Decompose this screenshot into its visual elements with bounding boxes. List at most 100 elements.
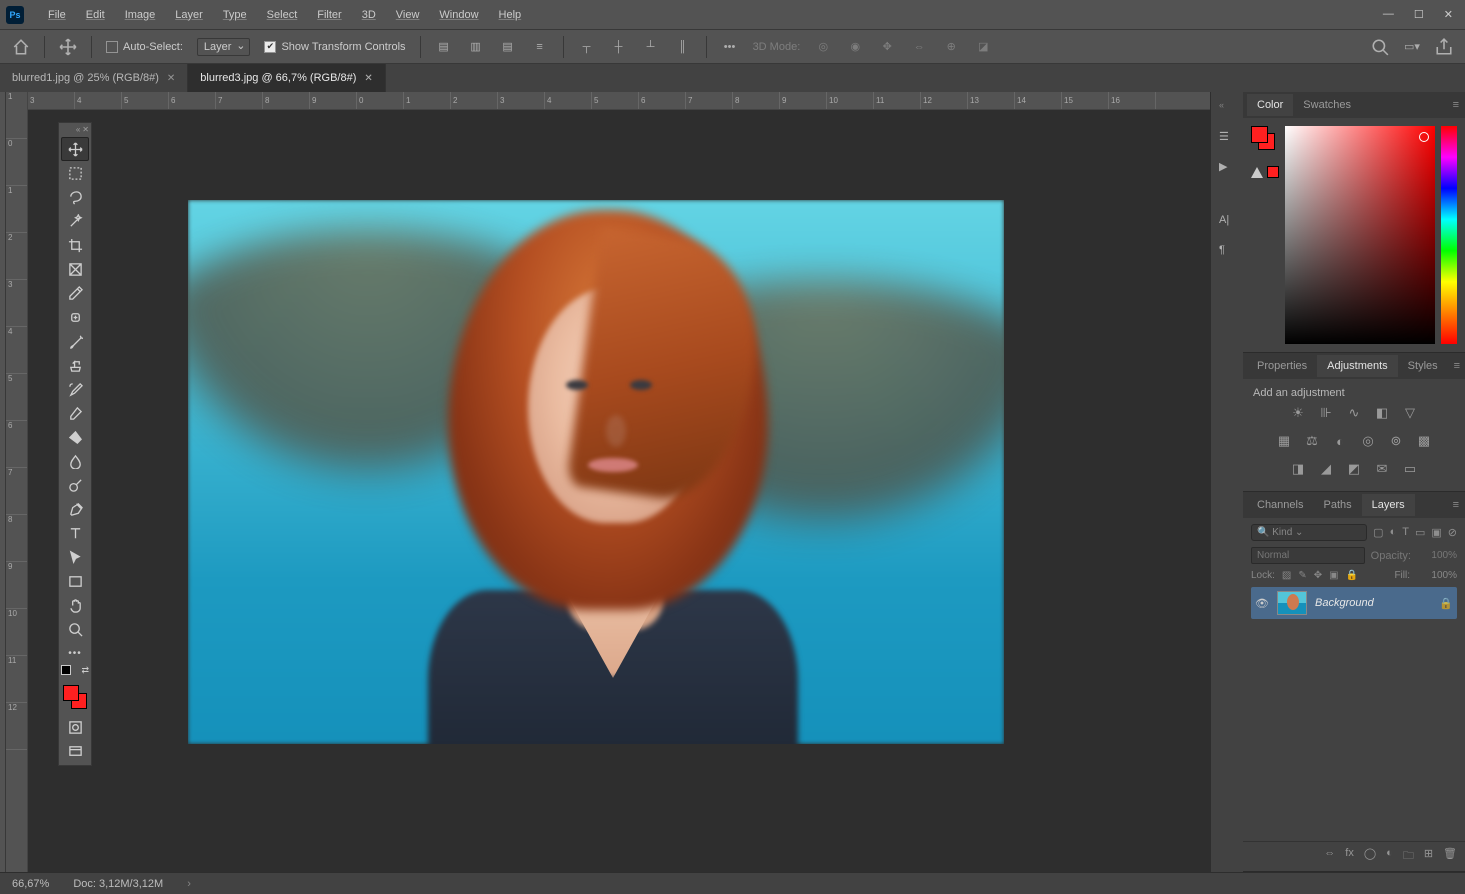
channel-mixer-icon[interactable]: ⊚ <box>1388 433 1404 449</box>
lock-image-icon[interactable]: ✎ <box>1298 570 1306 581</box>
tab-channels[interactable]: Channels <box>1247 494 1313 516</box>
align-right-icon[interactable]: ▤ <box>499 38 517 56</box>
lock-transparency-icon[interactable]: ▨ <box>1282 570 1291 581</box>
filter-shape-icon[interactable]: ▭ <box>1415 526 1425 539</box>
home-icon[interactable] <box>12 38 30 56</box>
vibrance-icon[interactable]: ▽ <box>1402 405 1418 421</box>
panel-menu-icon[interactable]: ≡ <box>1447 499 1465 511</box>
hand-tool[interactable] <box>61 593 89 617</box>
invert-icon[interactable]: ◨ <box>1290 461 1306 477</box>
new-layer-icon[interactable]: ⊞ <box>1424 847 1433 866</box>
menu-3d[interactable]: 3D <box>352 3 386 27</box>
filter-smart-icon[interactable]: ▣ <box>1431 526 1441 539</box>
tab-adjustments[interactable]: Adjustments <box>1317 355 1398 377</box>
selective-color-icon[interactable]: ✉ <box>1374 461 1390 477</box>
color-fg-bg-swatch[interactable] <box>1251 126 1275 150</box>
tab-properties[interactable]: Properties <box>1247 355 1317 377</box>
document-tab-blurred3[interactable]: blurred3.jpg @ 66,7% (RGB/8#) ✕ <box>188 64 385 92</box>
rectangle-tool[interactable] <box>61 569 89 593</box>
hue-sat-icon[interactable]: ▦ <box>1276 433 1292 449</box>
hue-slider[interactable] <box>1441 126 1457 344</box>
threshold-icon[interactable]: ◩ <box>1346 461 1362 477</box>
expand-panels-icon[interactable]: « <box>1219 100 1235 116</box>
document-tab-blurred1[interactable]: blurred1.jpg @ 25% (RGB/8#) ✕ <box>0 64 188 92</box>
clone-stamp-tool[interactable] <box>61 353 89 377</box>
link-layers-icon[interactable]: ⇔ <box>1324 847 1335 866</box>
color-picker-field[interactable] <box>1285 126 1435 344</box>
type-tool[interactable] <box>61 521 89 545</box>
dodge-tool[interactable] <box>61 473 89 497</box>
layer-filter-kind[interactable]: 🔍 Kind ⌄ <box>1251 524 1367 541</box>
eyedropper-tool[interactable] <box>61 281 89 305</box>
distribute-v-icon[interactable]: ║ <box>674 38 692 56</box>
delete-layer-icon[interactable]: 🗑 <box>1443 847 1457 866</box>
more-options-icon[interactable]: ••• <box>721 38 739 56</box>
paragraph-panel-icon[interactable]: ¶ <box>1219 244 1235 260</box>
search-icon[interactable] <box>1371 38 1389 56</box>
menu-type[interactable]: Type <box>213 3 257 27</box>
lock-all-icon[interactable]: 🔒 <box>1346 570 1358 581</box>
document-canvas[interactable] <box>188 200 1004 744</box>
fill-value[interactable]: 100% <box>1417 570 1457 581</box>
align-center-v-icon[interactable]: ┼ <box>610 38 628 56</box>
align-center-h-icon[interactable]: ▥ <box>467 38 485 56</box>
auto-select-checkbox[interactable]: Auto-Select: <box>106 41 183 53</box>
layer-item-background[interactable]: 👁 Background 🔒 <box>1251 587 1457 619</box>
gradient-tool[interactable] <box>61 425 89 449</box>
photo-filter-icon[interactable]: ◎ <box>1360 433 1376 449</box>
tab-color[interactable]: Color <box>1247 94 1293 116</box>
window-minimize-button[interactable]: — <box>1383 8 1394 21</box>
menu-image[interactable]: Image <box>115 3 166 27</box>
align-left-icon[interactable]: ▤ <box>435 38 453 56</box>
foreground-color[interactable] <box>63 685 79 701</box>
window-close-button[interactable]: ✕ <box>1444 8 1453 21</box>
default-colors-icon[interactable] <box>61 665 71 675</box>
brightness-contrast-icon[interactable]: ☀ <box>1290 405 1306 421</box>
tab-swatches[interactable]: Swatches <box>1293 94 1361 116</box>
magic-wand-tool[interactable] <box>61 209 89 233</box>
actions-panel-icon[interactable]: ▶ <box>1219 160 1235 176</box>
blend-mode-dropdown[interactable]: Normal <box>1251 547 1365 564</box>
layer-fx-icon[interactable]: fx <box>1345 847 1354 866</box>
layer-name[interactable]: Background <box>1315 597 1431 609</box>
menu-file[interactable]: File <box>38 3 76 27</box>
posterize-icon[interactable]: ◢ <box>1318 461 1334 477</box>
menu-view[interactable]: View <box>386 3 430 27</box>
layer-mask-icon[interactable]: ◯ <box>1364 847 1376 866</box>
status-doc[interactable]: Doc: 3,12M/3,12M <box>73 878 163 890</box>
lock-artboard-icon[interactable]: ▣ <box>1329 570 1338 581</box>
auto-select-target-dropdown[interactable]: Layer <box>197 38 251 56</box>
eraser-tool[interactable] <box>61 401 89 425</box>
path-select-tool[interactable] <box>61 545 89 569</box>
show-transform-checkbox[interactable]: ✔ Show Transform Controls <box>264 41 405 53</box>
panel-menu-icon[interactable]: ≡ <box>1447 99 1465 111</box>
filter-pixel-icon[interactable]: ▢ <box>1373 526 1383 539</box>
filter-toggle-icon[interactable]: ⊘ <box>1448 526 1457 539</box>
exposure-icon[interactable]: ◧ <box>1374 405 1390 421</box>
history-brush-tool[interactable] <box>61 377 89 401</box>
frame-tool[interactable] <box>61 257 89 281</box>
lasso-tool[interactable] <box>61 185 89 209</box>
screen-mode-tool[interactable] <box>61 739 89 763</box>
tab-paths[interactable]: Paths <box>1313 494 1361 516</box>
levels-icon[interactable]: ⊪ <box>1318 405 1334 421</box>
ruler-vertical[interactable]: 10123456789101112 <box>6 92 28 872</box>
pen-tool[interactable] <box>61 497 89 521</box>
toolbox[interactable]: «✕ <box>58 122 92 766</box>
align-bottom-icon[interactable]: ┴ <box>642 38 660 56</box>
edit-toolbar[interactable]: ••• <box>61 641 89 665</box>
tab-close-icon[interactable]: ✕ <box>167 73 175 84</box>
window-maximize-button[interactable]: ☐ <box>1414 8 1424 21</box>
distribute-h-icon[interactable]: ≡ <box>531 38 549 56</box>
healing-brush-tool[interactable] <box>61 305 89 329</box>
layer-visibility-icon[interactable]: 👁 <box>1255 597 1269 610</box>
opacity-value[interactable]: 100% <box>1417 550 1457 561</box>
gradient-map-icon[interactable]: ▭ <box>1402 461 1418 477</box>
menu-layer[interactable]: Layer <box>165 3 213 27</box>
filter-adjust-icon[interactable]: ◐ <box>1390 526 1397 539</box>
curves-icon[interactable]: ∿ <box>1346 405 1362 421</box>
layer-locked-icon[interactable]: 🔒 <box>1439 597 1453 610</box>
layer-thumbnail[interactable] <box>1277 591 1307 615</box>
panel-menu-icon[interactable]: ≡ <box>1448 360 1465 372</box>
move-tool[interactable] <box>61 137 89 161</box>
